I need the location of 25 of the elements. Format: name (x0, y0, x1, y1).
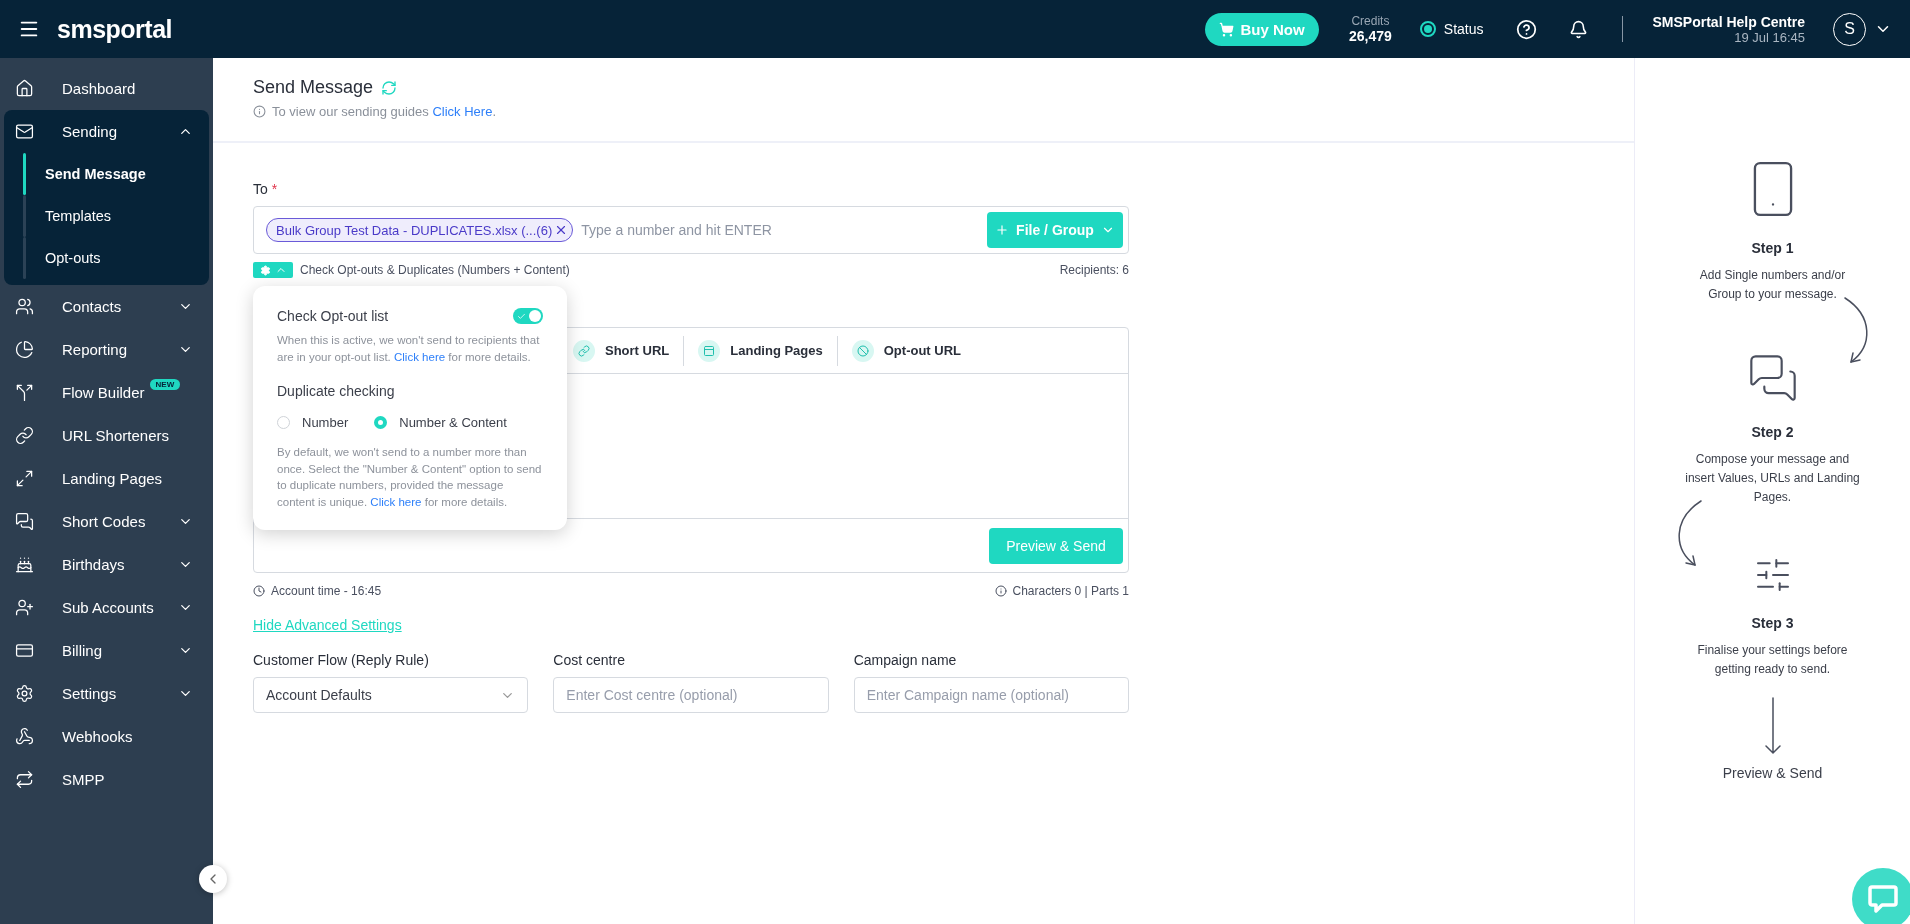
character-count: Characters 0 | Parts 1 (1012, 584, 1129, 598)
duplicate-title: Duplicate checking (277, 383, 396, 399)
field-label: Cost centre (553, 652, 626, 668)
page-title: Send Message (253, 77, 374, 98)
step-title: Step 1 (1751, 240, 1794, 256)
step-description: Finalise your settings before getting ready to send. (1696, 642, 1849, 678)
checks-summary: Check Opt-outs & Duplicates (Numbers + Content) (300, 263, 570, 277)
credits-label: Credits (1351, 14, 1390, 28)
to-label: To * (253, 181, 279, 197)
account-time: Account time - 16:45 (271, 584, 382, 598)
recipients-count: Recipients: 6 (1059, 263, 1129, 277)
new-badge: NEW (149, 379, 181, 390)
step-description: Add Single numbers and/or Group to your message. (1698, 267, 1847, 303)
field-label: Campaign name (853, 652, 958, 668)
step-title: Step 2 (1751, 424, 1794, 440)
optout-title: Check Opt-out list (277, 308, 389, 324)
step-description: Compose your message and insert Values, URLs and Landing Pages. (1684, 451, 1861, 506)
duplicate-description: By default, we won't send to a number more than once. Select the "Number & Content" option to send to duplicate numbers, provided the message content is unique. Click here for more details. (277, 445, 543, 510)
step-title: Step 3 (1751, 615, 1794, 631)
optout-description: When this is active, we won't send to recipients that are in your opt-out list. Click here for more details. (277, 333, 541, 365)
guide-text: To view our sending guides Click Here. (272, 104, 497, 119)
date-time: 19 Jul 16:45 (1734, 29, 1805, 45)
final-step: Preview & Send (1722, 765, 1823, 781)
credits-value: 26,479 (1349, 28, 1392, 44)
field-label: Customer Flow (Reply Rule) (253, 652, 430, 668)
